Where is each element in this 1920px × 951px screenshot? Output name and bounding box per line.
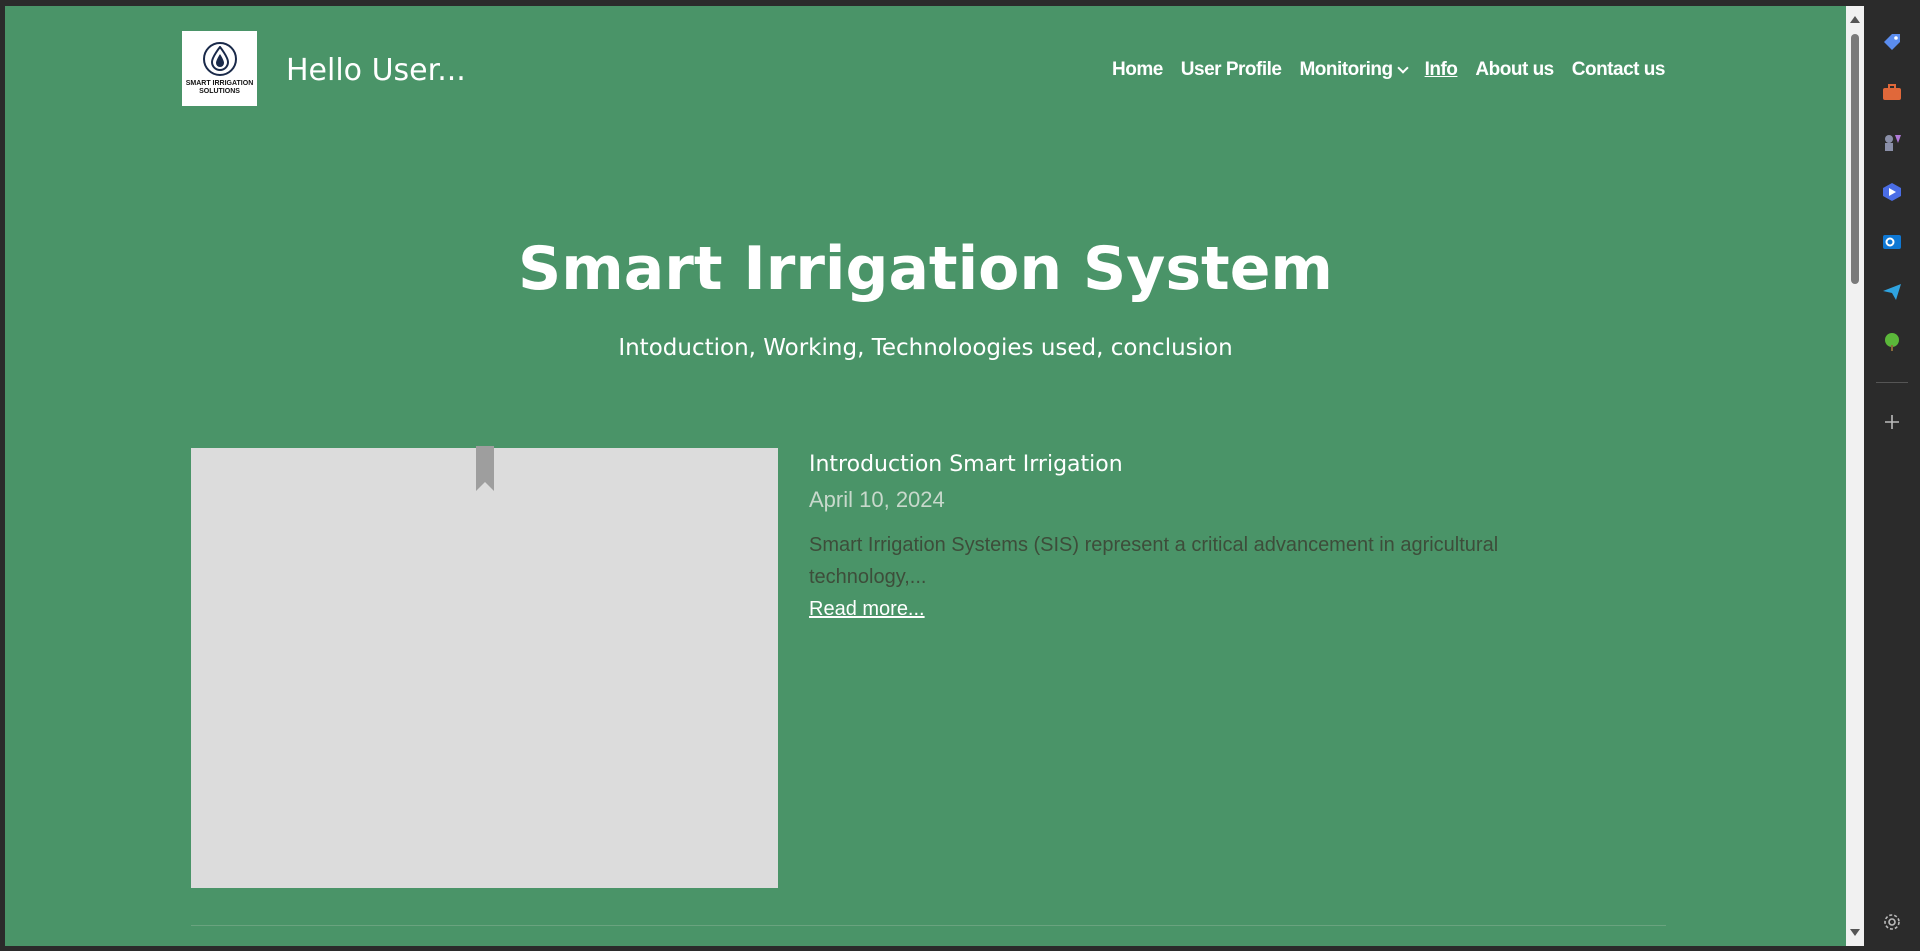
sidebar-divider bbox=[1876, 382, 1908, 383]
scroll-up-arrow-icon[interactable] bbox=[1850, 16, 1860, 23]
page-subtitle: Intoduction, Working, Technoloogies used… bbox=[618, 335, 1233, 361]
nav-user-profile[interactable]: User Profile bbox=[1181, 59, 1282, 81]
browser-sidebar bbox=[1864, 0, 1920, 951]
read-more-link[interactable]: Read more... bbox=[809, 598, 925, 621]
send-icon[interactable] bbox=[1880, 280, 1904, 304]
bookmark-icon bbox=[476, 446, 494, 491]
post-thumbnail[interactable] bbox=[191, 446, 778, 888]
copilot-icon[interactable] bbox=[1880, 180, 1904, 204]
settings-icon[interactable] bbox=[1880, 910, 1904, 934]
page-title: Smart Irrigation System bbox=[518, 234, 1333, 304]
post-date: April 10, 2024 bbox=[809, 487, 945, 512]
greeting: Hello User... bbox=[286, 53, 466, 88]
main-nav: Home User Profile Monitoring Info About … bbox=[1112, 59, 1665, 81]
outlook-icon[interactable] bbox=[1880, 230, 1904, 254]
games-icon[interactable] bbox=[1880, 130, 1904, 154]
tag-icon[interactable] bbox=[1880, 30, 1904, 54]
nav-monitoring[interactable]: Monitoring bbox=[1299, 59, 1409, 81]
post-title[interactable]: Introduction Smart Irrigation bbox=[809, 452, 1123, 477]
add-icon[interactable] bbox=[1880, 410, 1904, 434]
nav-info[interactable]: Info bbox=[1425, 59, 1458, 81]
nav-about-us[interactable]: About us bbox=[1475, 59, 1554, 81]
divider bbox=[191, 925, 1666, 926]
droplet-icon bbox=[202, 41, 237, 76]
vertical-scrollbar[interactable] bbox=[1846, 6, 1864, 946]
browser-viewport: SMART IRRIGATION SOLUTIONS Hello User...… bbox=[5, 6, 1846, 946]
scrollbar-thumb[interactable] bbox=[1851, 34, 1859, 284]
post-excerpt: Smart Irrigation Systems (SIS) represent… bbox=[809, 534, 1499, 588]
nav-contact-us[interactable]: Contact us bbox=[1572, 59, 1666, 81]
chevron-down-icon bbox=[1396, 61, 1409, 74]
briefcase-icon[interactable] bbox=[1880, 80, 1904, 104]
scroll-down-arrow-icon[interactable] bbox=[1850, 929, 1860, 936]
tree-icon[interactable] bbox=[1880, 330, 1904, 354]
site-logo[interactable]: SMART IRRIGATION SOLUTIONS bbox=[182, 31, 257, 106]
nav-home[interactable]: Home bbox=[1112, 59, 1163, 81]
logo-text: SMART IRRIGATION SOLUTIONS bbox=[185, 79, 254, 95]
